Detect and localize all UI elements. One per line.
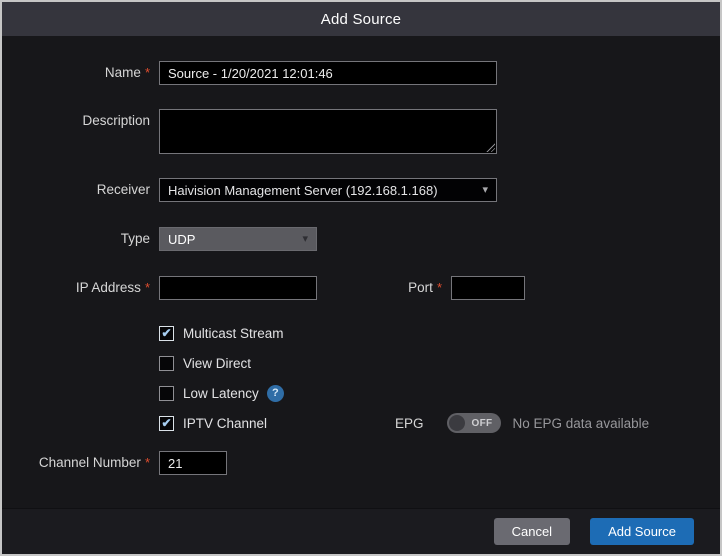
receiver-label: Receiver [10,178,150,202]
dialog-body: Name* Description Receiver Haivision Man… [2,36,720,508]
description-textarea[interactable] [159,109,497,154]
checkbox-icon[interactable]: ✔ [159,416,174,431]
check-icon: ✔ [161,417,171,429]
channel-number-row: Channel Number* [10,451,712,475]
description-label: Description [10,109,150,133]
checkbox-label-multicast-stream: Multicast Stream [183,326,284,341]
required-asterisk: * [145,65,150,80]
help-icon[interactable]: ? [267,385,284,402]
checkbox-row-iptv-channel[interactable]: ✔ IPTV Channel EPG OFF No EPG data avail… [159,414,712,432]
epg-toggle[interactable]: OFF [447,413,501,433]
receiver-dropdown[interactable]: Haivision Management Server (192.168.1.1… [159,178,497,202]
epg-status-text: No EPG data available [513,416,650,431]
type-dropdown-value: UDP [168,232,195,247]
dialog-titlebar: Add Source [2,2,720,36]
checkbox-label-low-latency: Low Latency [183,386,259,401]
name-row: Name* [10,61,712,85]
ip-port-row: IP Address* Port* [10,276,712,300]
checkbox-group: ✔ Multicast Stream ✔ View Direct ✔ Low L… [159,324,712,432]
caret-down-icon: ▾ [302,234,308,245]
ip-address-label: IP Address* [10,276,150,300]
description-row: Description [10,109,712,154]
checkbox-label-iptv-channel: IPTV Channel [183,416,267,431]
name-input[interactable] [159,61,497,85]
channel-number-input[interactable] [159,451,227,475]
add-source-dialog: Add Source Name* Description Receiver Ha… [0,0,722,556]
name-label: Name* [10,61,150,85]
checkbox-icon[interactable]: ✔ [159,326,174,341]
checkbox-row-multicast-stream[interactable]: ✔ Multicast Stream [159,324,712,342]
epg-label: EPG [395,416,424,431]
checkbox-row-view-direct[interactable]: ✔ View Direct [159,354,712,372]
checkbox-icon[interactable]: ✔ [159,386,174,401]
checkbox-label-view-direct: View Direct [183,356,251,371]
receiver-row: Receiver Haivision Management Server (19… [10,178,712,202]
cancel-button[interactable]: Cancel [494,518,570,545]
type-dropdown[interactable]: UDP ▾ [159,227,317,251]
dialog-footer: Cancel Add Source [2,508,720,554]
channel-number-label: Channel Number* [10,451,150,475]
required-asterisk: * [437,280,442,295]
receiver-dropdown-value: Haivision Management Server (192.168.1.1… [168,183,438,198]
type-label: Type [10,227,150,251]
checkbox-icon[interactable]: ✔ [159,356,174,371]
description-textarea-wrap [159,109,497,154]
ip-address-input[interactable] [159,276,317,300]
required-asterisk: * [145,455,150,470]
type-row: Type UDP ▾ [10,227,712,251]
caret-down-icon: ▾ [482,185,488,196]
toggle-knob-icon [449,415,465,431]
port-input[interactable] [451,276,525,300]
epg-group: EPG OFF No EPG data available [395,413,649,433]
port-label: Port* [317,276,442,300]
required-asterisk: * [145,280,150,295]
checkbox-row-low-latency[interactable]: ✔ Low Latency ? [159,384,712,402]
check-icon: ✔ [161,327,171,339]
add-source-button[interactable]: Add Source [590,518,694,545]
epg-toggle-state: OFF [472,418,493,429]
dialog-title: Add Source [321,11,401,28]
